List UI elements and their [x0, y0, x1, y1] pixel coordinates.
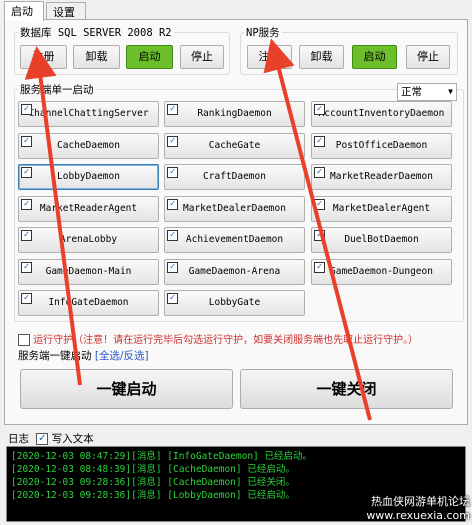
watermark-line1: 热血侠网游单机论坛 — [371, 495, 470, 508]
service-checkbox[interactable]: ✓ — [21, 198, 32, 210]
service-checkbox[interactable]: ✓ — [314, 230, 325, 241]
service-checkbox[interactable]: ✓ — [314, 261, 325, 273]
oneclick-title: 服务端一键启动 — [18, 350, 92, 362]
service-button[interactable]: ✓ PostOfficeDaemon — [311, 132, 452, 159]
service-button[interactable]: ✓ RankingDaemon — [164, 101, 305, 127]
service-button[interactable]: ✓ ArenaLobby — [18, 227, 159, 253]
tab-start[interactable]: 启动 — [4, 1, 44, 21]
service-button[interactable]: ✓ LobbyGate — [164, 290, 305, 316]
service-button[interactable]: ✓ LobbyDaemon — [18, 164, 159, 190]
db-group-title: 数据库 SQL SERVER 2008 R2 — [20, 27, 172, 39]
service-label: AchievementDaemon — [185, 234, 284, 245]
service-checkbox[interactable]: ✓ — [21, 261, 32, 273]
service-button[interactable]: ✓ GameDaemon-Main — [18, 258, 159, 285]
service-button[interactable]: ✓ CacheDaemon — [18, 132, 159, 159]
service-checkbox[interactable]: ✓ — [314, 104, 325, 115]
guard-checkbox[interactable] — [18, 334, 30, 346]
np-start-button[interactable]: 启动 — [352, 45, 397, 69]
service-checkbox[interactable]: ✓ — [167, 261, 178, 273]
service-button[interactable]: ✓ InfoGateDaemon — [18, 290, 159, 316]
select-all-toggle-link[interactable]: [全选/反选] — [95, 350, 149, 362]
service-button[interactable]: ✓ MarketDealerDaemon — [164, 195, 305, 222]
service-label: CraftDaemon — [203, 171, 266, 182]
service-label: AccountInventoryDaemon — [318, 108, 445, 119]
log-header: 日志 ✓ 写入文本 — [8, 431, 94, 446]
service-button[interactable]: ✓ GameDaemon-Arena — [164, 258, 305, 285]
np-stop-button[interactable]: 停止 — [406, 45, 450, 69]
service-checkbox[interactable]: ✓ — [167, 135, 178, 147]
service-label: CacheGate — [208, 139, 261, 151]
service-label: CacheDaemon — [57, 139, 120, 151]
service-button[interactable]: ✓ AchievementDaemon — [164, 227, 305, 253]
service-checkbox[interactable]: ✓ — [21, 293, 32, 304]
service-label: MarketDealerDaemon — [183, 202, 286, 214]
service-checkbox[interactable]: ✓ — [314, 198, 325, 210]
service-label: ChannelChattingServer — [28, 108, 149, 119]
service-label: GameDaemon-Arena — [188, 265, 281, 277]
service-checkbox[interactable]: ✓ — [21, 230, 32, 241]
service-button[interactable]: ✓ CacheGate — [164, 132, 305, 159]
service-label: GameDaemon-Dungeon — [330, 265, 433, 277]
oneclick-header: 服务端一键启动 [全选/反选] — [18, 348, 149, 363]
tab-settings[interactable]: 设置 — [46, 2, 86, 20]
write-text-label: 写入文本 — [51, 433, 94, 445]
service-button[interactable]: ✓ ChannelChattingServer — [18, 101, 159, 127]
service-button[interactable]: ✓ CraftDaemon — [164, 164, 305, 190]
db-uninstall-button[interactable]: 卸载 — [73, 45, 120, 69]
service-checkbox[interactable]: ✓ — [21, 135, 32, 147]
watermark-line2: www.rexuexia.com — [366, 509, 470, 522]
start-all-button[interactable]: 一键启动 — [20, 369, 233, 409]
guard-label: 运行守护（注意！请在运行完毕后勾选运行守护，如要关闭服务端也先取止运行守护。） — [33, 335, 419, 346]
service-button[interactable]: ✓ GameDaemon-Dungeon — [311, 258, 452, 285]
chevron-down-icon: ▼ — [448, 87, 453, 96]
service-button[interactable]: ✓ DuelBotDaemon — [311, 227, 452, 253]
service-label: DuelBotDaemon — [344, 234, 419, 245]
db-stop-button[interactable]: 停止 — [180, 45, 224, 69]
service-button[interactable]: ✓ MarketReaderAgent — [18, 195, 159, 222]
service-checkbox[interactable]: ✓ — [167, 293, 178, 304]
service-checkbox[interactable]: ✓ — [167, 104, 178, 115]
service-label: InfoGateDaemon — [48, 297, 129, 308]
db-start-button[interactable]: 启动 — [126, 45, 173, 69]
service-label: RankingDaemon — [197, 108, 272, 119]
watermark: 热血侠网游单机论坛 www.rexuexia.com — [330, 493, 470, 522]
np-uninstall-button[interactable]: 卸载 — [299, 45, 344, 69]
db-register-button[interactable]: 注册 — [20, 45, 67, 69]
write-text-checkbox[interactable]: ✓ — [36, 433, 49, 445]
service-label: LobbyDaemon — [57, 171, 120, 182]
service-label: ArenaLobby — [59, 234, 118, 245]
log-line: [2020-12-03 08:47:29][消息] [InfoGateDaemo… — [11, 451, 312, 462]
np-register-button[interactable]: 注册 — [247, 45, 292, 69]
service-label: GameDaemon-Main — [45, 265, 132, 277]
service-label: PostOfficeDaemon — [335, 139, 428, 151]
service-checkbox[interactable]: ✓ — [314, 135, 325, 147]
service-checkbox[interactable]: ✓ — [167, 167, 178, 178]
np-group-title: NP服务 — [246, 27, 280, 39]
service-checkbox[interactable]: ✓ — [21, 167, 32, 178]
service-label: MarketReaderAgent — [39, 202, 138, 214]
service-label: LobbyGate — [208, 297, 261, 308]
guard-row: 运行守护（注意！请在运行完毕后勾选运行守护，如要关闭服务端也先取止运行守护。） — [18, 331, 468, 346]
service-button[interactable]: ✓ MarketDealerAgent — [311, 195, 452, 222]
service-checkbox[interactable]: ✓ — [167, 198, 178, 210]
service-checkbox[interactable]: ✓ — [21, 104, 32, 115]
stop-all-button[interactable]: 一键关闭 — [240, 369, 453, 409]
service-label: MarketDealerAgent — [332, 202, 431, 214]
service-label: MarketReaderDaemon — [330, 171, 433, 182]
service-checkbox[interactable]: ✓ — [167, 230, 178, 241]
log-line: [2020-12-03 09:28:36][消息] [CacheDaemon] … — [11, 477, 295, 488]
service-button[interactable]: ✓ MarketReaderDaemon — [311, 164, 452, 190]
service-button[interactable]: ✓ AccountInventoryDaemon — [311, 101, 452, 127]
log-line: [2020-12-03 08:48:39][消息] [CacheDaemon] … — [11, 464, 295, 475]
mode-select-value: 正常 — [401, 86, 422, 98]
service-checkbox[interactable]: ✓ — [314, 167, 325, 178]
log-label: 日志 — [8, 433, 29, 445]
mode-select[interactable]: 正常 ▼ — [397, 83, 457, 101]
services-group-title: 服务端单一启动 — [20, 84, 94, 96]
